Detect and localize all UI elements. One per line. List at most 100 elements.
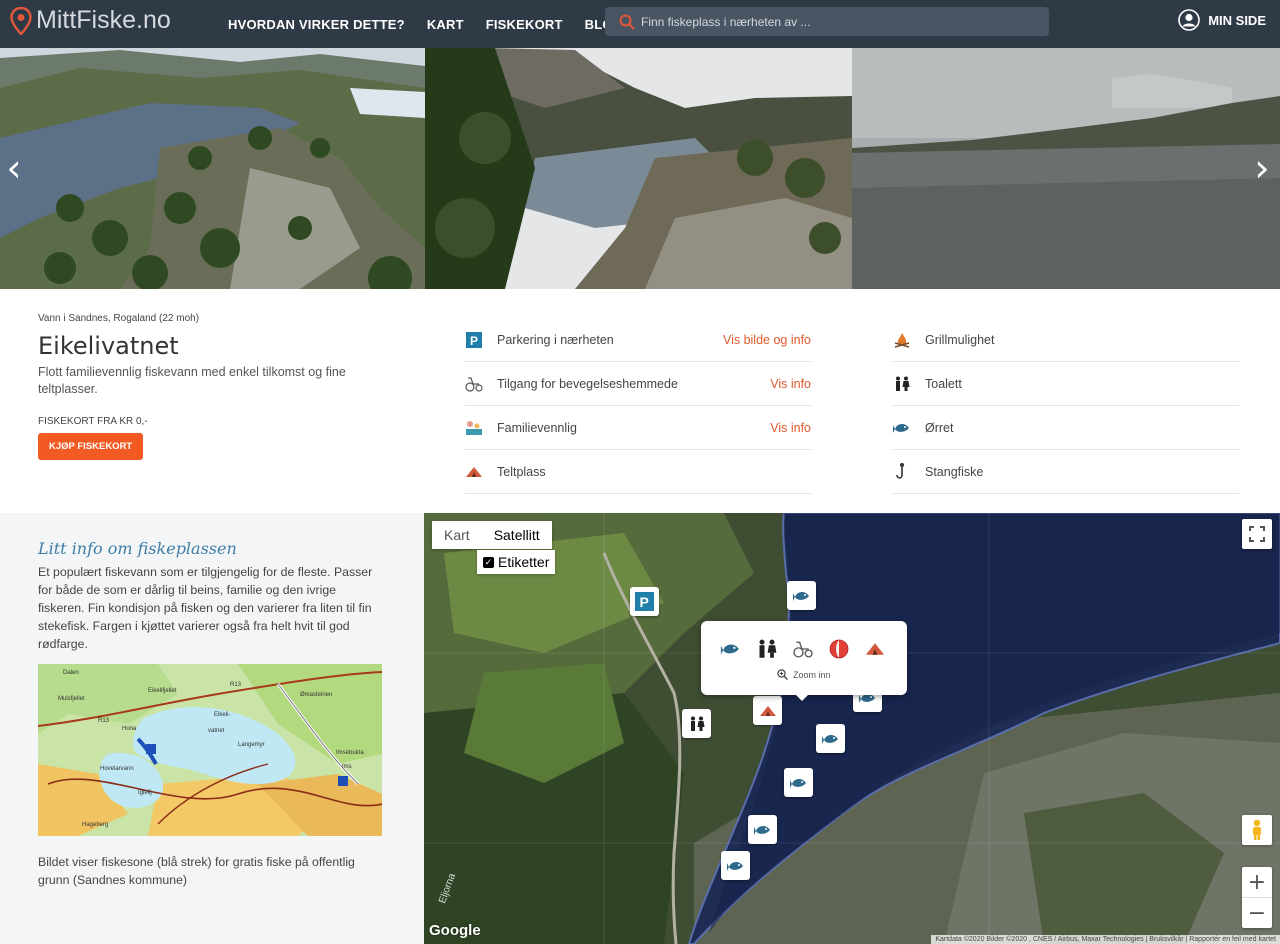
beach-ball-icon[interactable] (827, 637, 851, 661)
gallery-image-3[interactable]: › (852, 48, 1280, 289)
fish-icon (753, 825, 770, 835)
campfire-icon (893, 331, 911, 349)
feature-info-link[interactable]: Vis info (770, 421, 811, 435)
mini-map-label: Ømasteinen (300, 692, 332, 698)
fullscreen-button[interactable] (1242, 519, 1272, 549)
gallery-prev-arrow[interactable]: ‹ (2, 148, 26, 188)
parking-icon: P (635, 592, 654, 611)
mini-map-label: vatnet (208, 728, 225, 734)
tent-icon[interactable] (863, 637, 887, 661)
feature-info-link[interactable]: Vis bilde og info (723, 333, 811, 347)
nav-link-how-it-works[interactable]: HVORDAN VIRKER DETTE? (228, 17, 405, 32)
user-icon (1178, 9, 1201, 31)
feature-info-link[interactable]: Vis info (770, 377, 811, 391)
satellite-map[interactable]: Kart Satellitt ✓ Etiketter P Zoom inn + … (424, 513, 1280, 944)
about-heading: Litt info om fiskeplassen (38, 539, 237, 558)
feature-label: Ørret (925, 420, 954, 435)
zoom-out-button[interactable]: − (1242, 898, 1272, 928)
gallery-image-1[interactable]: ‹ (0, 48, 425, 289)
zoom-in-link[interactable]: Zoom inn (701, 669, 907, 680)
popup-pointer (794, 693, 810, 701)
pegman-icon (1253, 819, 1261, 840)
search-icon (619, 14, 635, 30)
map-caption: Bildet viser fiskesone (blå strek) for g… (38, 855, 355, 887)
wheelchair-icon (465, 375, 483, 393)
buy-license-button[interactable]: KJØP FISKEKORT (38, 433, 144, 460)
feature-label: Parkering i nærheten (497, 332, 614, 347)
search-input[interactable] (641, 14, 1041, 29)
feature-parking: P Parkering i nærheten Vis bilde og info (465, 318, 811, 362)
main-menu: HVORDAN VIRKER DETTE? KART FISKEKORT BLO… (228, 0, 655, 48)
map-marker-fish[interactable] (816, 724, 845, 753)
toilet-icon[interactable] (755, 637, 779, 661)
map-marker-fish[interactable] (721, 851, 750, 880)
fish-icon (893, 419, 911, 437)
map-type-control: Kart Satellitt (432, 521, 552, 549)
fish-icon[interactable] (719, 637, 743, 661)
mini-map-label: R13 (98, 718, 110, 724)
mini-map-label: Eikelifjellet (148, 688, 177, 694)
map-marker-fish[interactable] (748, 815, 777, 844)
features-list-right: Grillmulighet Toalett Ørret Stangfiske (893, 318, 1239, 494)
feature-family: Familievennlig Vis info (465, 406, 811, 450)
page-title: Eikelivatnet (38, 332, 179, 360)
map-marker-fish[interactable] (784, 768, 813, 797)
street-view-pegman[interactable] (1242, 815, 1272, 845)
map-marker-tent[interactable] (753, 696, 782, 725)
mini-map-label: R13 (230, 682, 242, 688)
map-type-map-button[interactable]: Kart (432, 521, 482, 549)
marker-cluster-popup: Zoom inn (701, 621, 907, 701)
feature-toilet: Toalett (893, 362, 1239, 406)
site-logo[interactable]: MittFiske.no (10, 6, 171, 35)
feature-trout: Ørret (893, 406, 1239, 450)
hook-icon (893, 462, 911, 481)
svg-text:P: P (470, 334, 478, 348)
zoom-in-icon (777, 669, 789, 680)
wheelchair-icon[interactable] (791, 637, 815, 661)
mini-map-label: Iglelij (138, 790, 152, 796)
map-attribution[interactable]: Kartdata ©2020 Bilder ©2020 , CNES / Air… (931, 935, 1280, 944)
mini-map-label: Hovelarvann (100, 766, 134, 772)
fish-icon (789, 778, 806, 788)
feature-tent: Teltplass (465, 450, 811, 494)
fishing-zone-map-image[interactable]: Dalen Mulsfjellet Eikelifjellet R13 Ømas… (38, 664, 382, 836)
fish-icon (726, 861, 743, 871)
nav-link-fishing-license[interactable]: FISKEKORT (486, 17, 563, 32)
place-summary: Vann i Sandnes, Rogaland (22 moh) Eikeli… (38, 313, 368, 460)
zoom-in-button[interactable]: + (1242, 867, 1272, 897)
feature-rod-fishing: Stangfiske (893, 450, 1239, 494)
feature-label: Stangfiske (925, 464, 984, 479)
map-marker-toilet[interactable] (682, 709, 711, 738)
zoom-controls: + − (1242, 867, 1272, 928)
my-page-link[interactable]: MIN SIDE (1178, 9, 1266, 31)
map-type-satellite-button[interactable]: Satellitt (482, 521, 552, 549)
nav-link-map[interactable]: KART (427, 17, 464, 32)
feature-label: Tilgang for bevegelseshemmede (497, 376, 678, 391)
feature-grill: Grillmulighet (893, 318, 1239, 362)
mini-map-label: Eikeli- (214, 712, 230, 718)
google-logo[interactable]: Google (429, 922, 481, 939)
checkbox-checked-icon: ✓ (483, 556, 494, 568)
map-marker-parking[interactable]: P (630, 587, 659, 616)
labels-toggle[interactable]: ✓ Etiketter (477, 550, 556, 574)
place-location: Vann i Sandnes, Rogaland (22 moh) (38, 313, 200, 324)
mini-map-label: Hageberg (82, 822, 108, 828)
about-text: Et populært fiskevann som er tilgjengeli… (38, 565, 373, 651)
fullscreen-icon (1249, 526, 1265, 542)
about-section: Litt info om fiskeplassen Et populært fi… (0, 513, 424, 944)
mini-map-label: Dalen (63, 670, 79, 676)
top-navbar: MittFiske.no HVORDAN VIRKER DETTE? KART … (0, 0, 1280, 48)
mini-map-label: Mulsfjellet (58, 696, 85, 702)
gallery-next-arrow[interactable]: › (1250, 148, 1274, 188)
mini-map-label: Ims (342, 764, 352, 770)
image-gallery: ‹ › (0, 48, 1280, 289)
feature-label: Familievennlig (497, 420, 577, 435)
logo-text: MittFiske.no (36, 6, 171, 34)
zoom-in-label: Zoom inn (792, 670, 831, 680)
svg-text:P: P (640, 594, 649, 610)
map-marker-fish[interactable] (787, 581, 816, 610)
place-description: Flott familievennlig fiskevann med enkel… (38, 365, 346, 396)
feature-accessibility: Tilgang for bevegelseshemmede Vis info (465, 362, 811, 406)
feature-label: Toalett (925, 376, 962, 391)
gallery-image-2[interactable] (425, 48, 852, 289)
